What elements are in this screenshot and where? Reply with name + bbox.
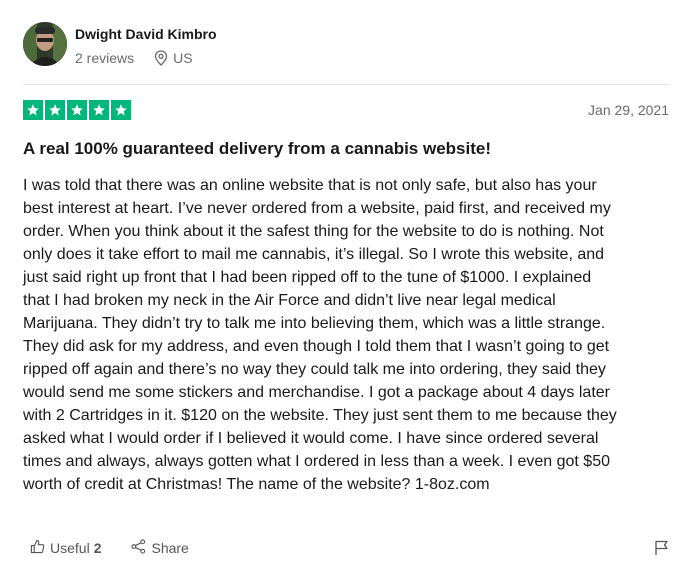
review-actions: Useful 2 Share [30,539,189,557]
flag-icon[interactable] [654,540,669,561]
review-card: Dwight David Kimbro 2 reviews US Jan 29,… [0,0,691,579]
review-body: I was told that there was an online webs… [23,177,617,493]
useful-label: Useful [50,540,90,556]
thumbs-up-icon [30,539,50,557]
reviewer-meta: 2 reviews US [75,50,193,66]
review-date: Jan 29, 2021 [588,102,669,118]
star-rating [23,100,131,120]
share-button[interactable]: Share [131,539,189,557]
divider [23,84,669,85]
star-icon [45,100,65,120]
share-label: Share [151,540,189,556]
avatar[interactable] [23,22,67,66]
star-icon [89,100,109,120]
star-icon [67,100,87,120]
reviewer-name[interactable]: Dwight David Kimbro [75,26,217,42]
review-title[interactable]: A real 100% guaranteed delivery from a c… [23,139,663,159]
share-icon [131,539,151,557]
useful-count: 2 [93,540,102,556]
star-icon [111,100,131,120]
review-count: 2 reviews [75,50,135,66]
useful-button[interactable]: Useful 2 [30,539,101,557]
star-icon [23,100,43,120]
location-pin-icon [154,50,168,66]
reviewer-location: US [173,50,193,66]
